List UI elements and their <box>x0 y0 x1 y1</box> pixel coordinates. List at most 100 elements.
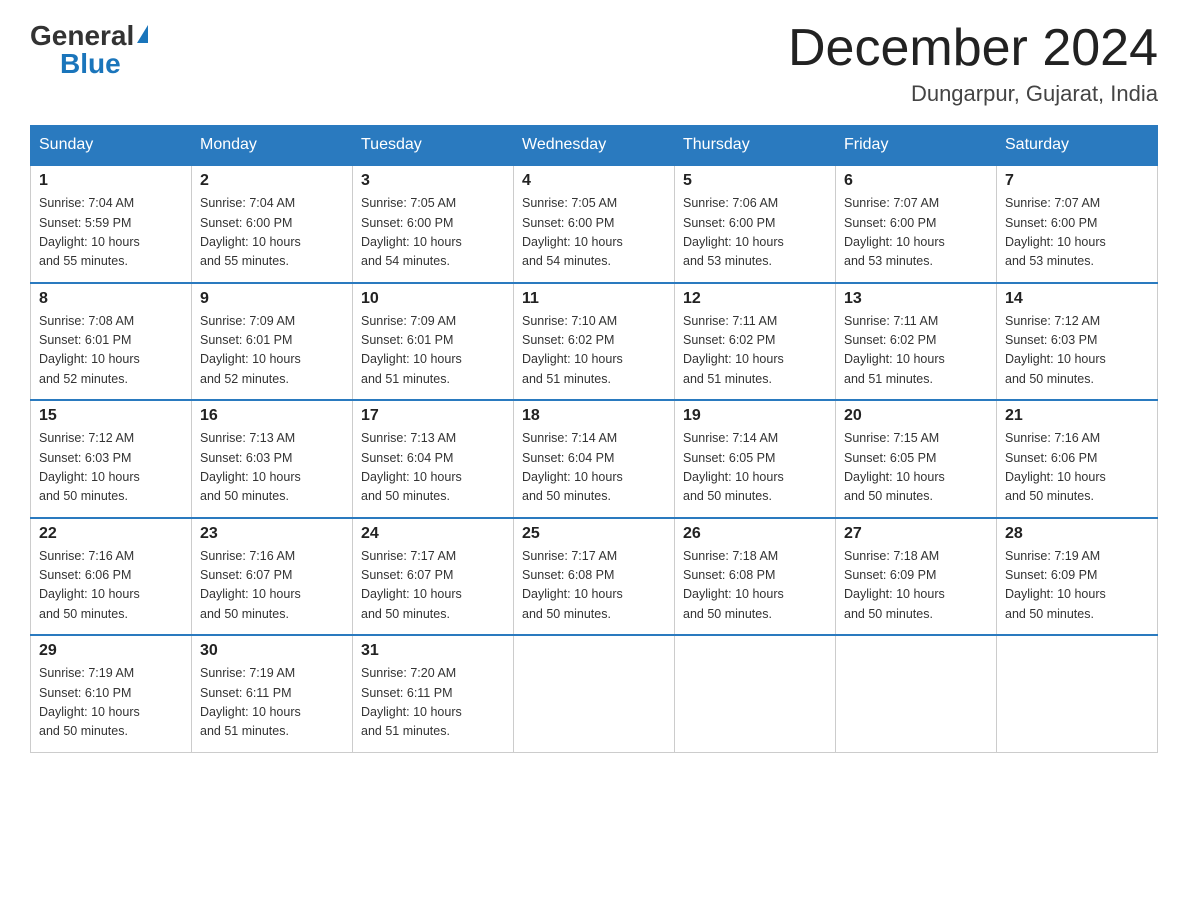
day-info: Sunrise: 7:11 AM Sunset: 6:02 PM Dayligh… <box>683 312 827 390</box>
day-number: 30 <box>200 642 344 660</box>
calendar-cell: 31 Sunrise: 7:20 AM Sunset: 6:11 PM Dayl… <box>353 635 514 752</box>
weekday-header-saturday: Saturday <box>997 126 1158 166</box>
calendar-cell: 20 Sunrise: 7:15 AM Sunset: 6:05 PM Dayl… <box>836 400 997 518</box>
day-number: 20 <box>844 407 988 425</box>
calendar-cell: 26 Sunrise: 7:18 AM Sunset: 6:08 PM Dayl… <box>675 518 836 636</box>
calendar-cell: 17 Sunrise: 7:13 AM Sunset: 6:04 PM Dayl… <box>353 400 514 518</box>
calendar-cell: 13 Sunrise: 7:11 AM Sunset: 6:02 PM Dayl… <box>836 283 997 401</box>
calendar-cell <box>675 635 836 752</box>
day-info: Sunrise: 7:10 AM Sunset: 6:02 PM Dayligh… <box>522 312 666 390</box>
calendar-cell: 21 Sunrise: 7:16 AM Sunset: 6:06 PM Dayl… <box>997 400 1158 518</box>
location-title: Dungarpur, Gujarat, India <box>788 81 1158 107</box>
day-number: 6 <box>844 172 988 190</box>
calendar-cell: 8 Sunrise: 7:08 AM Sunset: 6:01 PM Dayli… <box>31 283 192 401</box>
calendar-cell: 2 Sunrise: 7:04 AM Sunset: 6:00 PM Dayli… <box>192 165 353 283</box>
day-info: Sunrise: 7:15 AM Sunset: 6:05 PM Dayligh… <box>844 429 988 507</box>
week-row-2: 8 Sunrise: 7:08 AM Sunset: 6:01 PM Dayli… <box>31 283 1158 401</box>
day-number: 8 <box>39 290 183 308</box>
calendar-cell: 10 Sunrise: 7:09 AM Sunset: 6:01 PM Dayl… <box>353 283 514 401</box>
calendar-cell: 9 Sunrise: 7:09 AM Sunset: 6:01 PM Dayli… <box>192 283 353 401</box>
day-number: 21 <box>1005 407 1149 425</box>
day-number: 5 <box>683 172 827 190</box>
day-info: Sunrise: 7:19 AM Sunset: 6:11 PM Dayligh… <box>200 664 344 742</box>
week-row-4: 22 Sunrise: 7:16 AM Sunset: 6:06 PM Dayl… <box>31 518 1158 636</box>
day-info: Sunrise: 7:17 AM Sunset: 6:08 PM Dayligh… <box>522 547 666 625</box>
day-info: Sunrise: 7:16 AM Sunset: 6:06 PM Dayligh… <box>1005 429 1149 507</box>
day-number: 17 <box>361 407 505 425</box>
calendar-cell: 27 Sunrise: 7:18 AM Sunset: 6:09 PM Dayl… <box>836 518 997 636</box>
calendar-table: SundayMondayTuesdayWednesdayThursdayFrid… <box>30 125 1158 753</box>
weekday-header-friday: Friday <box>836 126 997 166</box>
calendar-cell: 23 Sunrise: 7:16 AM Sunset: 6:07 PM Dayl… <box>192 518 353 636</box>
weekday-header-monday: Monday <box>192 126 353 166</box>
day-number: 14 <box>1005 290 1149 308</box>
calendar-cell: 19 Sunrise: 7:14 AM Sunset: 6:05 PM Dayl… <box>675 400 836 518</box>
day-info: Sunrise: 7:18 AM Sunset: 6:08 PM Dayligh… <box>683 547 827 625</box>
day-info: Sunrise: 7:18 AM Sunset: 6:09 PM Dayligh… <box>844 547 988 625</box>
day-info: Sunrise: 7:13 AM Sunset: 6:04 PM Dayligh… <box>361 429 505 507</box>
day-info: Sunrise: 7:08 AM Sunset: 6:01 PM Dayligh… <box>39 312 183 390</box>
day-number: 25 <box>522 525 666 543</box>
weekday-header-tuesday: Tuesday <box>353 126 514 166</box>
calendar-cell: 14 Sunrise: 7:12 AM Sunset: 6:03 PM Dayl… <box>997 283 1158 401</box>
day-number: 31 <box>361 642 505 660</box>
day-number: 27 <box>844 525 988 543</box>
logo-blue-text: Blue <box>60 48 121 80</box>
day-info: Sunrise: 7:16 AM Sunset: 6:06 PM Dayligh… <box>39 547 183 625</box>
weekday-header-thursday: Thursday <box>675 126 836 166</box>
calendar-cell: 1 Sunrise: 7:04 AM Sunset: 5:59 PM Dayli… <box>31 165 192 283</box>
day-info: Sunrise: 7:09 AM Sunset: 6:01 PM Dayligh… <box>361 312 505 390</box>
day-number: 29 <box>39 642 183 660</box>
calendar-cell: 29 Sunrise: 7:19 AM Sunset: 6:10 PM Dayl… <box>31 635 192 752</box>
day-info: Sunrise: 7:05 AM Sunset: 6:00 PM Dayligh… <box>522 194 666 272</box>
day-info: Sunrise: 7:12 AM Sunset: 6:03 PM Dayligh… <box>39 429 183 507</box>
day-info: Sunrise: 7:17 AM Sunset: 6:07 PM Dayligh… <box>361 547 505 625</box>
day-info: Sunrise: 7:12 AM Sunset: 6:03 PM Dayligh… <box>1005 312 1149 390</box>
day-number: 9 <box>200 290 344 308</box>
calendar-cell: 4 Sunrise: 7:05 AM Sunset: 6:00 PM Dayli… <box>514 165 675 283</box>
day-number: 23 <box>200 525 344 543</box>
day-info: Sunrise: 7:07 AM Sunset: 6:00 PM Dayligh… <box>1005 194 1149 272</box>
day-info: Sunrise: 7:04 AM Sunset: 6:00 PM Dayligh… <box>200 194 344 272</box>
day-number: 16 <box>200 407 344 425</box>
day-info: Sunrise: 7:19 AM Sunset: 6:09 PM Dayligh… <box>1005 547 1149 625</box>
weekday-header-wednesday: Wednesday <box>514 126 675 166</box>
week-row-1: 1 Sunrise: 7:04 AM Sunset: 5:59 PM Dayli… <box>31 165 1158 283</box>
day-number: 4 <box>522 172 666 190</box>
day-info: Sunrise: 7:05 AM Sunset: 6:00 PM Dayligh… <box>361 194 505 272</box>
day-number: 2 <box>200 172 344 190</box>
day-number: 24 <box>361 525 505 543</box>
day-number: 26 <box>683 525 827 543</box>
day-number: 18 <box>522 407 666 425</box>
day-info: Sunrise: 7:14 AM Sunset: 6:05 PM Dayligh… <box>683 429 827 507</box>
calendar-cell: 16 Sunrise: 7:13 AM Sunset: 6:03 PM Dayl… <box>192 400 353 518</box>
day-number: 1 <box>39 172 183 190</box>
day-number: 3 <box>361 172 505 190</box>
title-block: December 2024 Dungarpur, Gujarat, India <box>788 20 1158 107</box>
calendar-cell: 3 Sunrise: 7:05 AM Sunset: 6:00 PM Dayli… <box>353 165 514 283</box>
day-number: 22 <box>39 525 183 543</box>
calendar-cell: 24 Sunrise: 7:17 AM Sunset: 6:07 PM Dayl… <box>353 518 514 636</box>
day-info: Sunrise: 7:19 AM Sunset: 6:10 PM Dayligh… <box>39 664 183 742</box>
day-info: Sunrise: 7:07 AM Sunset: 6:00 PM Dayligh… <box>844 194 988 272</box>
logo-triangle-icon <box>137 25 148 43</box>
calendar-cell <box>997 635 1158 752</box>
calendar-cell: 6 Sunrise: 7:07 AM Sunset: 6:00 PM Dayli… <box>836 165 997 283</box>
page-header: General Blue December 2024 Dungarpur, Gu… <box>30 20 1158 107</box>
day-info: Sunrise: 7:14 AM Sunset: 6:04 PM Dayligh… <box>522 429 666 507</box>
month-title: December 2024 <box>788 20 1158 77</box>
day-number: 10 <box>361 290 505 308</box>
week-row-3: 15 Sunrise: 7:12 AM Sunset: 6:03 PM Dayl… <box>31 400 1158 518</box>
day-info: Sunrise: 7:16 AM Sunset: 6:07 PM Dayligh… <box>200 547 344 625</box>
day-number: 11 <box>522 290 666 308</box>
day-info: Sunrise: 7:11 AM Sunset: 6:02 PM Dayligh… <box>844 312 988 390</box>
calendar-cell: 15 Sunrise: 7:12 AM Sunset: 6:03 PM Dayl… <box>31 400 192 518</box>
calendar-cell <box>836 635 997 752</box>
day-number: 7 <box>1005 172 1149 190</box>
calendar-cell: 30 Sunrise: 7:19 AM Sunset: 6:11 PM Dayl… <box>192 635 353 752</box>
calendar-cell: 5 Sunrise: 7:06 AM Sunset: 6:00 PM Dayli… <box>675 165 836 283</box>
day-number: 19 <box>683 407 827 425</box>
calendar-cell: 22 Sunrise: 7:16 AM Sunset: 6:06 PM Dayl… <box>31 518 192 636</box>
calendar-cell: 25 Sunrise: 7:17 AM Sunset: 6:08 PM Dayl… <box>514 518 675 636</box>
calendar-cell: 18 Sunrise: 7:14 AM Sunset: 6:04 PM Dayl… <box>514 400 675 518</box>
